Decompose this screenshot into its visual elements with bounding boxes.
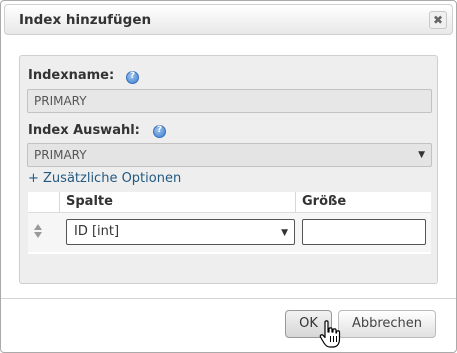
cancel-button[interactable]: Abbrechen — [338, 310, 436, 338]
help-icon[interactable] — [126, 71, 139, 84]
table-header-size: Größe — [302, 194, 347, 209]
hand-cursor-icon — [319, 320, 341, 348]
column-select[interactable]: ID [int] ▼ — [66, 219, 295, 245]
add-index-dialog: Index hinzufügen ✖ Indexname: PRIMARY In… — [0, 0, 457, 353]
index-choice-value: PRIMARY — [34, 148, 87, 162]
column-select-value: ID [int] — [74, 224, 120, 239]
help-icon[interactable] — [153, 125, 166, 138]
index-choice-select[interactable]: PRIMARY ▼ — [27, 143, 432, 167]
table-header-drag — [28, 192, 60, 212]
dialog-titlebar[interactable]: Index hinzufügen ✖ — [4, 4, 453, 35]
table-row: ID [int] ▼ — [28, 212, 431, 252]
more-options-link[interactable]: + Zusätzliche Optionen — [28, 171, 181, 186]
indexname-label: Indexname: — [28, 68, 115, 83]
index-columns-table: Spalte Größe ID [int] ▼ — [28, 192, 431, 254]
footer-divider — [1, 298, 456, 299]
drag-handle-icon[interactable] — [34, 223, 43, 239]
dialog-content: Indexname: PRIMARY Index Auswahl: PRIMAR… — [19, 55, 438, 284]
table-header-column: Spalte — [61, 192, 296, 212]
chevron-down-icon: ▼ — [418, 150, 425, 160]
index-choice-label: Index Auswahl: — [28, 123, 140, 138]
close-icon[interactable]: ✖ — [429, 11, 447, 29]
indexname-input[interactable]: PRIMARY — [27, 89, 432, 113]
dialog-title: Index hinzufügen — [19, 12, 152, 28]
chevron-down-icon: ▼ — [281, 228, 288, 238]
size-input[interactable] — [302, 219, 426, 245]
